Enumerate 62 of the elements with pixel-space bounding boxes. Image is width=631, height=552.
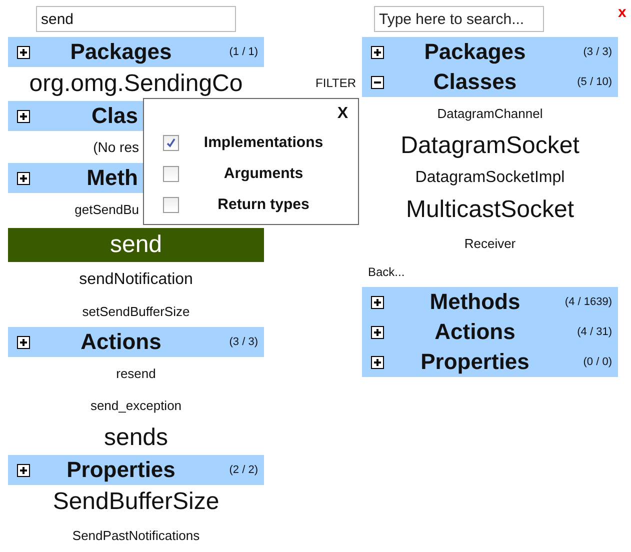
close-button[interactable]: X — [337, 105, 348, 123]
section-header[interactable]: Classes (5 / 10) — [362, 67, 618, 97]
plus-box-icon[interactable] — [17, 172, 30, 184]
search-field[interactable]: Type here to search... — [374, 6, 544, 32]
result-item[interactable]: sendNotification — [8, 265, 264, 295]
filter-link[interactable]: FILTER — [316, 76, 356, 90]
result-item[interactable]: DatagramChannel — [362, 97, 618, 129]
result-item[interactable]: SendBufferSize — [8, 485, 264, 519]
result-item[interactable]: resend — [8, 357, 264, 389]
result-item[interactable]: DatagramSocketImpl — [362, 163, 618, 193]
section-title: Meth — [86, 165, 138, 191]
result-item[interactable]: setSendBufferSize — [8, 295, 264, 327]
back-link[interactable]: Back... — [362, 259, 405, 287]
section-title: Properties — [66, 457, 176, 483]
result-count: (0 / 0) — [582, 356, 613, 368]
result-item[interactable]: MulticastSocket — [362, 193, 618, 227]
result-item[interactable]: sends — [8, 421, 264, 455]
plus-box-icon[interactable] — [371, 356, 384, 368]
result-item[interactable]: send — [8, 228, 264, 262]
section-title: Packages — [423, 39, 527, 65]
checkbox[interactable] — [163, 166, 179, 182]
plus-box-icon[interactable] — [17, 464, 30, 476]
minus-box-icon[interactable] — [371, 76, 384, 88]
plus-box-icon[interactable] — [371, 326, 384, 338]
result-item[interactable]: send_exception — [8, 389, 264, 421]
result-count: (4 / 31) — [576, 326, 613, 338]
result-count: (5 / 10) — [576, 76, 613, 88]
section-header[interactable]: Packages (3 / 3) — [362, 37, 618, 67]
checkbox[interactable] — [163, 196, 179, 212]
option-label: Return types — [216, 196, 310, 213]
result-count: (3 / 3) — [228, 336, 259, 348]
section-title: Properties — [420, 349, 530, 375]
section-header[interactable]: Actions (3 / 3) — [8, 327, 264, 357]
result-item[interactable]: Receiver — [362, 227, 618, 259]
section-title: Clas — [92, 103, 138, 129]
option-label: Implementations — [202, 134, 324, 151]
result-count: (2 / 2) — [228, 464, 259, 476]
plus-box-icon[interactable] — [17, 110, 30, 122]
search-field[interactable]: send — [36, 6, 236, 32]
checkmark-icon — [166, 138, 176, 148]
checkbox[interactable] — [163, 134, 179, 150]
result-count: (4 / 1639) — [564, 296, 613, 308]
section-header[interactable]: Properties (2 / 2) — [8, 455, 264, 485]
result-item[interactable]: SendPastNotifications — [8, 519, 264, 551]
plus-box-icon[interactable] — [371, 296, 384, 308]
section-title: Methods — [428, 289, 522, 315]
section-title: Actions — [80, 329, 162, 355]
section-header[interactable]: Packages (1 / 1) — [8, 37, 264, 67]
result-item[interactable]: org.omg.SendingCo — [8, 67, 264, 101]
result-count: (1 / 1) — [228, 46, 259, 58]
section-header[interactable]: Properties (0 / 0) — [362, 347, 618, 377]
section-title: Classes — [432, 69, 518, 95]
section-header[interactable]: Methods (4 / 1639) — [362, 287, 618, 317]
result-item[interactable]: DatagramSocket — [362, 129, 618, 163]
plus-box-icon[interactable] — [17, 46, 30, 58]
close-button[interactable]: x — [618, 4, 631, 21]
section-header[interactable]: Actions (4 / 31) — [362, 317, 618, 347]
plus-box-icon[interactable] — [371, 46, 384, 58]
plus-box-icon[interactable] — [17, 336, 30, 348]
result-count: (3 / 3) — [582, 46, 613, 58]
section-title: Actions — [434, 319, 516, 345]
section-title: Packages — [69, 39, 173, 65]
